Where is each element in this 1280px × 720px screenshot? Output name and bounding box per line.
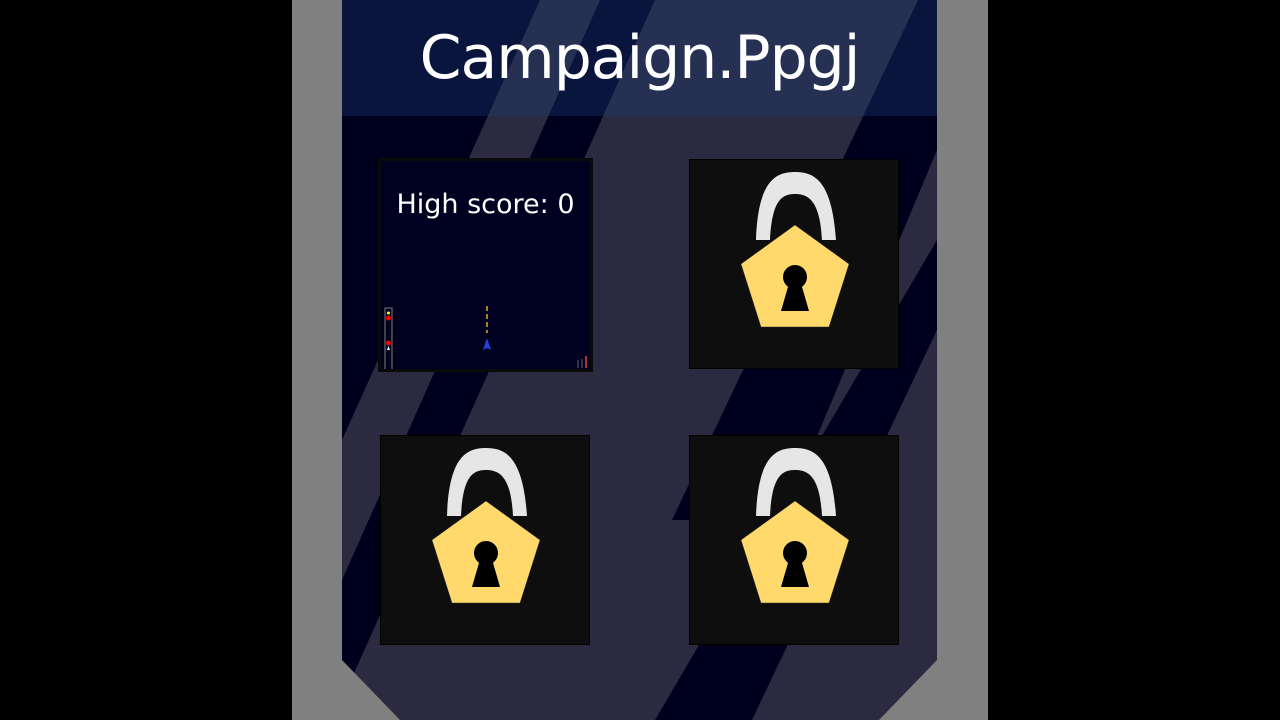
game-preview [384, 306, 587, 369]
page-title: Campaign.Ppgj [419, 23, 861, 93]
right-frame [937, 0, 988, 720]
level-card-1[interactable]: High score: 0 [378, 158, 593, 372]
campaign-panel: Campaign.Ppgj High score: 0 [342, 0, 937, 720]
player-ship-icon [483, 338, 491, 350]
level-card-4[interactable] [689, 435, 899, 645]
level-card-3[interactable] [380, 435, 590, 645]
level-card-2[interactable] [689, 159, 899, 369]
left-frame [292, 0, 342, 720]
lock-icon [740, 448, 850, 604]
lock-icon [431, 448, 541, 604]
lock-icon [740, 172, 850, 328]
